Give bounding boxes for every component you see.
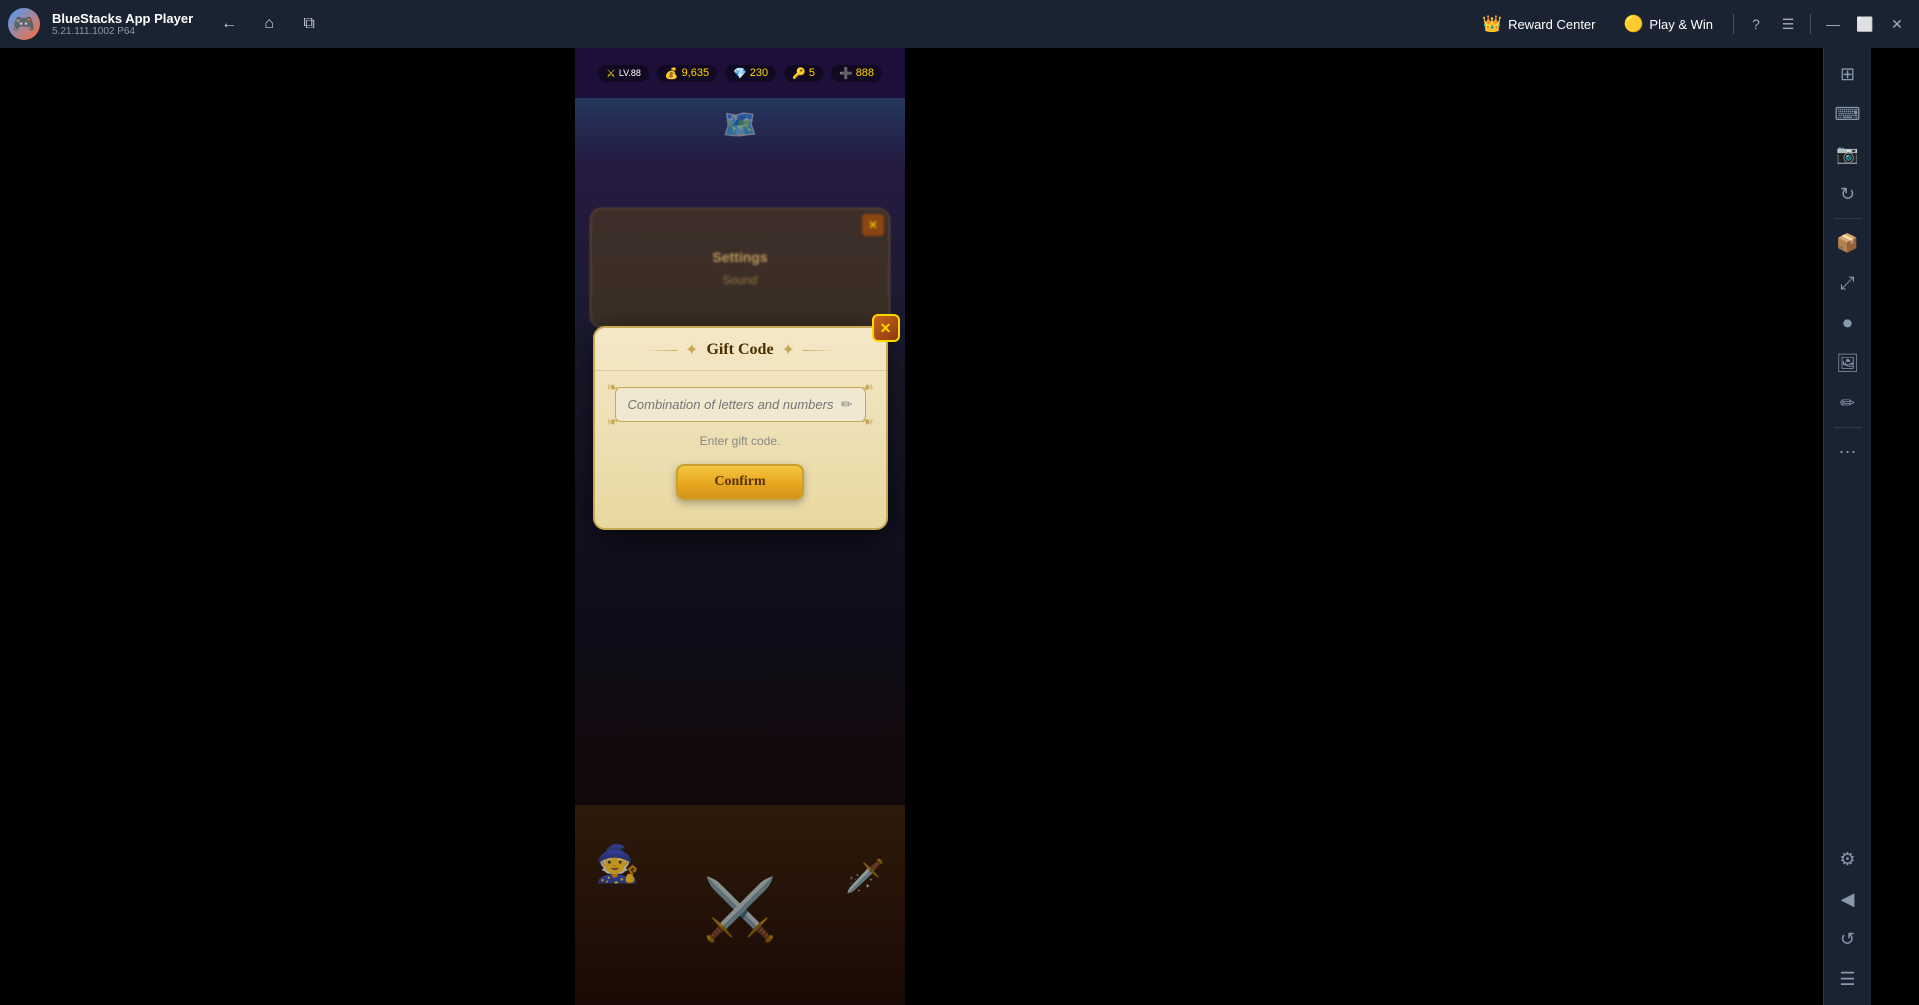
minimize-button[interactable]: — [1819, 10, 1847, 38]
ornament-line-left [647, 350, 677, 351]
game-character-left: 🧙 [595, 843, 640, 885]
right-sidebar: ⊞ ⌨ 📷 ↻ 📦 ⤢ ⏺ 🖼 ✏ ⋯ ⚙ ◀ ↺ ☰ [1823, 48, 1871, 1005]
gift-code-input-wrapper[interactable]: ✏ [615, 387, 866, 422]
game-bottom-scene: ⚔️ 🧙 🗡️ [575, 625, 905, 1005]
gift-dialog-close-button[interactable]: ✕ [872, 314, 900, 342]
back-button[interactable]: ← [213, 8, 245, 40]
title-bar-right: 👑 Reward Center 🟡 Play & Win ? ☰ — ⬜ ✕ [1470, 10, 1911, 38]
reward-center-icon: 👑 [1482, 14, 1502, 34]
currency-arrows: ➕888 [831, 65, 882, 82]
currency-gems: 💎230 [725, 65, 776, 82]
maximize-button[interactable]: ⬜ [1851, 10, 1879, 38]
game-swords: ⚔️ [703, 874, 778, 945]
game-top-ui: ⚔LV.88 💰9,635 💎230 🔑5 ➕888 🗺️ [575, 48, 905, 168]
sidebar-divider-1 [1834, 218, 1862, 219]
app-info: BlueStacks App Player 5.21.111.1002 P64 [52, 11, 193, 38]
edit-icon: ✏ [841, 396, 853, 413]
play-win-icon: 🟡 [1624, 14, 1644, 34]
game-top-bar: ⚔LV.88 💰9,635 💎230 🔑5 ➕888 [575, 48, 905, 98]
ornament-line-right [803, 350, 833, 351]
gift-dialog-body: ❧ ❧ ✏ ❧ ❧ Enter gift code. Confirm [595, 371, 886, 508]
home-button[interactable]: ⌂ [253, 8, 285, 40]
reward-center-button[interactable]: 👑 Reward Center [1470, 10, 1607, 38]
nav-buttons: ← ⌂ ⧉ [213, 8, 325, 40]
game-viewport: ⚔LV.88 💰9,635 💎230 🔑5 ➕888 🗺️ [575, 48, 905, 1005]
sidebar-icon-settings[interactable]: ⚙ [1830, 841, 1866, 877]
sidebar-icon-expand[interactable]: ⊞ [1830, 56, 1866, 92]
gift-code-hint: Enter gift code. [615, 434, 866, 448]
app-name: BlueStacks App Player [52, 11, 193, 27]
menu-button[interactable]: ☰ [1774, 10, 1802, 38]
sidebar-icon-screenshot[interactable]: 🖼 [1830, 345, 1866, 381]
confirm-button[interactable]: Confirm [676, 464, 803, 500]
sidebar-icon-camera[interactable]: 📷 [1830, 136, 1866, 172]
settings-close-icon-bg: ✕ [862, 214, 884, 236]
corner-tl: ❧ [607, 379, 619, 396]
corner-br: ❧ [862, 413, 874, 430]
gift-input-area: ❧ ❧ ✏ ❧ ❧ [615, 387, 866, 422]
title-bar: 🎮 BlueStacks App Player 5.21.111.1002 P6… [0, 0, 1919, 48]
gift-code-input[interactable] [628, 397, 833, 412]
currency-gold: 💰9,635 [657, 65, 717, 82]
gift-code-dialog: ✕ ✦ Gift Code ✦ ❧ ❧ [593, 326, 888, 530]
sidebar-icon-edit[interactable]: ✏ [1830, 385, 1866, 421]
help-button[interactable]: ? [1742, 10, 1770, 38]
sidebar-divider-2 [1834, 427, 1862, 428]
play-win-label: Play & Win [1649, 17, 1713, 32]
gift-dialog-title: Gift Code [706, 341, 773, 359]
gift-dialog-ornament: ✦ Gift Code ✦ [615, 340, 866, 360]
sidebar-icon-more[interactable]: ⋯ [1830, 434, 1866, 470]
corner-tr: ❧ [862, 379, 874, 396]
game-map-area: 🗺️ [575, 98, 905, 168]
sidebar-icon-arrow[interactable]: ◀ [1830, 881, 1866, 917]
settings-title-bg: Settings [712, 249, 767, 265]
sidebar-icon-resize[interactable]: ⤢ [1830, 265, 1866, 301]
logo-circle: 🎮 [8, 8, 40, 40]
close-button[interactable]: ✕ [1883, 10, 1911, 38]
tabs-button[interactable]: ⧉ [293, 8, 325, 40]
sidebar-icon-apk[interactable]: 📦 [1830, 225, 1866, 261]
sidebar-icon-macro[interactable]: ⏺ [1830, 305, 1866, 341]
settings-subtitle-bg: Sound [723, 273, 758, 287]
gift-dialog-overlay: ✕ ✦ Gift Code ✦ ❧ ❧ [575, 308, 905, 548]
app-version: 5.21.111.1002 P64 [52, 26, 193, 37]
currency-keys: 🔑5 [784, 65, 823, 82]
currency-1: ⚔LV.88 [598, 65, 649, 82]
app-logo: 🎮 [0, 0, 48, 48]
sidebar-icon-keyboard[interactable]: ⌨ [1830, 96, 1866, 132]
game-character-right: 🗡️ [845, 857, 885, 895]
play-and-win-button[interactable]: 🟡 Play & Win [1612, 10, 1726, 38]
ornament-star-left: ✦ [685, 340, 698, 360]
ornament-star-right: ✦ [782, 340, 795, 360]
sidebar-icon-refresh[interactable]: ↺ [1830, 921, 1866, 957]
reward-center-label: Reward Center [1508, 17, 1595, 32]
sidebar-icon-menu[interactable]: ☰ [1830, 961, 1866, 997]
corner-bl: ❧ [607, 413, 619, 430]
sidebar-icon-rotate[interactable]: ↻ [1830, 176, 1866, 212]
main-content: ⚔LV.88 💰9,635 💎230 🔑5 ➕888 🗺️ [0, 48, 1871, 1005]
gift-dialog-header: ✦ Gift Code ✦ [595, 328, 886, 371]
